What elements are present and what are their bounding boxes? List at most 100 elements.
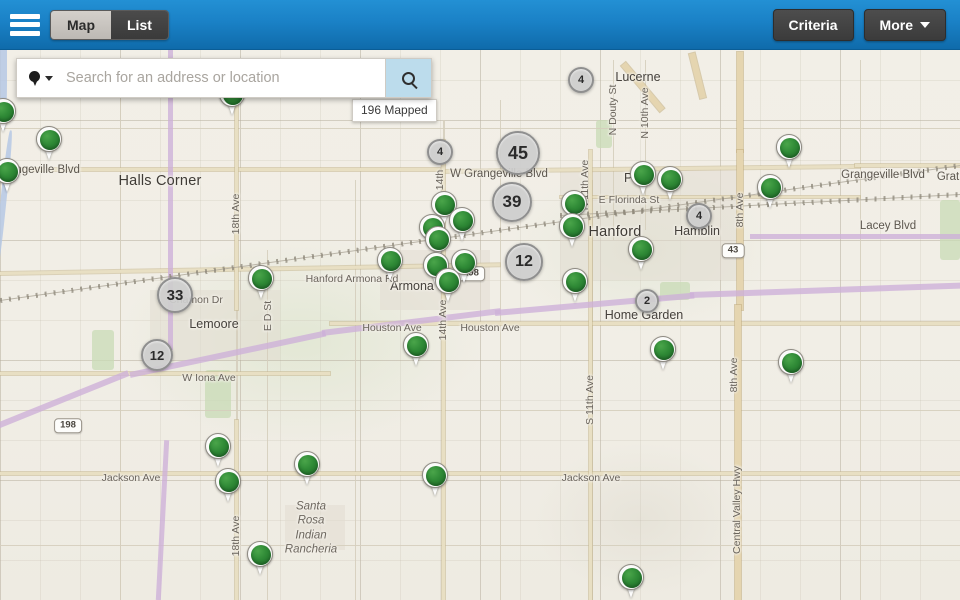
map-cluster-marker[interactable]: 12 (141, 339, 173, 371)
tab-map[interactable]: Map (51, 10, 111, 39)
pin-head (449, 207, 475, 233)
road-minor-v9 (120, 60, 122, 600)
map-cluster-marker[interactable]: 33 (157, 277, 193, 313)
search-input[interactable] (62, 59, 385, 97)
map-pin-marker[interactable] (778, 349, 804, 383)
road-hwy-north-bend (688, 52, 706, 99)
map-pin-marker[interactable] (294, 451, 320, 485)
search-icon (402, 71, 415, 85)
pin-head (562, 268, 588, 294)
pin-dot (654, 340, 674, 360)
pin-head (778, 349, 804, 375)
pin-dot (634, 165, 654, 185)
road-lacey-blvd (750, 234, 960, 239)
pin-dot (252, 269, 272, 289)
map-pin-marker[interactable] (776, 134, 802, 168)
pin-head (205, 433, 231, 459)
map-cluster-marker[interactable]: 4 (686, 203, 712, 229)
view-toggle-group: Map List (50, 9, 169, 40)
map-pin-marker[interactable] (559, 213, 585, 247)
road-minor-v6 (355, 180, 357, 600)
map-pin-marker[interactable] (618, 564, 644, 598)
more-button[interactable]: More (863, 8, 946, 41)
park-area-3 (596, 120, 612, 148)
pin-head (650, 336, 676, 362)
map-pin-marker[interactable] (247, 541, 273, 575)
road-grangeville-blvd-west (0, 168, 440, 171)
pin-dot (219, 472, 239, 492)
criteria-button-label: Criteria (788, 16, 838, 33)
map-pin-marker[interactable] (36, 126, 62, 160)
park-area-2 (92, 330, 114, 370)
route-shield: 43 (721, 243, 745, 259)
road-18th-ave-south (235, 420, 238, 600)
urban-area-rancheria (285, 505, 345, 550)
map-pin-marker[interactable] (650, 336, 676, 370)
map-pin-marker[interactable] (435, 268, 461, 302)
road-iona-ave (0, 372, 330, 375)
map-pin-marker[interactable] (205, 433, 231, 467)
road-8th-ave-north (737, 52, 743, 152)
map-cluster-marker[interactable]: 2 (635, 289, 659, 313)
hamburger-menu-icon[interactable] (10, 13, 40, 36)
pin-dot (381, 251, 401, 271)
pin-head (559, 213, 585, 239)
map-pin-marker[interactable] (657, 166, 683, 200)
road-hwy-diagonal (621, 62, 665, 112)
road-minor-v8 (860, 60, 862, 600)
map-cluster-marker[interactable]: 4 (568, 67, 594, 93)
pin-dot (453, 211, 473, 231)
pin-head (657, 166, 683, 192)
pin-head (248, 265, 274, 291)
road-jackson-ave (0, 472, 960, 475)
map-cluster-marker[interactable]: 4 (427, 139, 453, 165)
pin-head (618, 564, 644, 590)
pin-dot (566, 272, 586, 292)
pin-head (294, 451, 320, 477)
pin-head (247, 541, 273, 567)
map-pin-marker[interactable] (403, 332, 429, 366)
map-cluster-marker[interactable]: 45 (496, 131, 540, 175)
pin-head (757, 174, 783, 200)
map-pin-marker[interactable] (449, 207, 475, 241)
road-purple-vert-s (155, 440, 170, 600)
pin-head (0, 98, 16, 124)
map-cluster-marker[interactable]: 39 (492, 182, 532, 222)
map-cluster-marker[interactable]: 12 (505, 243, 543, 281)
pin-dot (407, 336, 427, 356)
map-place-label: Halls Corner (118, 173, 202, 189)
pin-dot (0, 162, 18, 182)
map-pin-marker[interactable] (248, 265, 274, 299)
pin-dot (40, 130, 60, 150)
road-minor-v7 (500, 100, 502, 600)
map-pin-marker[interactable] (630, 161, 656, 195)
map-pin-marker[interactable] (0, 158, 20, 192)
search-submit-button[interactable] (385, 59, 431, 97)
criteria-button[interactable]: Criteria (772, 8, 854, 41)
header-actions: Criteria More (772, 8, 960, 41)
map-pin-marker[interactable] (628, 236, 654, 270)
pin-dot (439, 272, 459, 292)
pin-head (435, 268, 461, 294)
pin-dot (780, 138, 800, 158)
tab-list[interactable]: List (111, 10, 168, 39)
pin-dot (761, 178, 781, 198)
pin-head (0, 158, 20, 184)
search-type-selector[interactable] (17, 70, 62, 86)
pin-dot (426, 466, 446, 486)
pin-head (403, 332, 429, 358)
pin-head (422, 462, 448, 488)
pin-head (628, 236, 654, 262)
search-bar (16, 58, 432, 98)
map-pin-marker[interactable] (377, 247, 403, 281)
caret-down-icon (45, 75, 53, 81)
map-pin-marker[interactable] (562, 268, 588, 302)
river-south (0, 130, 14, 280)
hamburger-bar-1 (10, 13, 40, 19)
pin-dot (298, 455, 318, 475)
location-pin-icon (29, 70, 40, 86)
map-pin-marker[interactable] (0, 98, 16, 132)
map-pin-marker[interactable] (215, 468, 241, 502)
map-pin-marker[interactable] (422, 462, 448, 496)
map-pin-marker[interactable] (757, 174, 783, 208)
